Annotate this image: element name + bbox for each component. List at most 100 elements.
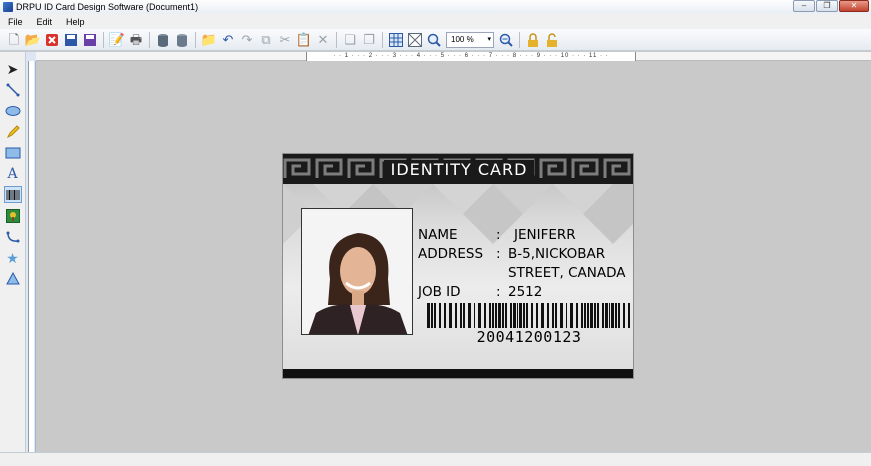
grid-icon[interactable] bbox=[387, 31, 405, 49]
barcode-bar bbox=[605, 303, 608, 328]
chevron-down-icon: ▾ bbox=[487, 35, 491, 43]
name-colon: : bbox=[496, 227, 501, 243]
menu-file[interactable]: File bbox=[8, 17, 23, 27]
unlock-icon[interactable] bbox=[543, 31, 561, 49]
card-title: IDENTITY CARD bbox=[283, 154, 633, 184]
barcode-bar bbox=[523, 303, 525, 328]
name-label: NAME bbox=[418, 227, 458, 243]
save-icon[interactable] bbox=[62, 31, 80, 49]
profile-photo[interactable] bbox=[301, 208, 413, 335]
curve-tool-icon[interactable] bbox=[4, 228, 22, 245]
image-tool-icon[interactable] bbox=[4, 207, 22, 224]
barcode-bar bbox=[502, 303, 504, 328]
barcode-bar bbox=[541, 303, 544, 328]
minimize-button[interactable]: – bbox=[793, 0, 815, 12]
card-title-text: IDENTITY CARD bbox=[383, 159, 535, 179]
zoom-in-icon[interactable] bbox=[425, 31, 443, 49]
toolbar-separator bbox=[519, 31, 520, 48]
address-row: ADDRESS : B-5,NICKOBAR bbox=[418, 245, 625, 264]
close-document-icon[interactable] bbox=[43, 31, 61, 49]
menu-bar: File Edit Help bbox=[0, 14, 871, 29]
jobid-label: JOB ID bbox=[418, 284, 461, 300]
barcode-bar bbox=[609, 303, 610, 328]
card-header: IDENTITY CARD bbox=[283, 154, 633, 184]
zoom-out-icon[interactable] bbox=[497, 31, 515, 49]
ellipse-tool-icon[interactable] bbox=[4, 102, 22, 119]
barcode-bar bbox=[444, 303, 446, 328]
status-bar bbox=[0, 452, 871, 466]
lock-icon[interactable] bbox=[524, 31, 542, 49]
folder-arrow-icon[interactable]: 📁 bbox=[200, 31, 218, 49]
window-title: DRPU ID Card Design Software (Document1) bbox=[16, 2, 199, 12]
new-icon[interactable]: 🗋 bbox=[5, 31, 23, 49]
id-card[interactable]: IDENTITY CARD NAME : JENIFERR ADDRESS: … bbox=[282, 153, 634, 379]
vertical-ruler-track bbox=[28, 61, 34, 452]
barcode-bar bbox=[463, 303, 465, 328]
delete-icon[interactable]: ✕ bbox=[314, 31, 332, 49]
maximize-button[interactable]: ❐ bbox=[816, 0, 838, 12]
barcode[interactable] bbox=[425, 303, 633, 328]
barcode-bar bbox=[597, 303, 599, 328]
pencil-tool-icon[interactable] bbox=[4, 123, 22, 140]
jobid-row: JOB ID : 2512 bbox=[418, 283, 625, 302]
close-button[interactable]: ✕ bbox=[839, 0, 869, 12]
database-settings-icon[interactable] bbox=[173, 31, 191, 49]
name-value[interactable]: JENIFERR bbox=[514, 226, 576, 245]
barcode-bar bbox=[570, 303, 573, 328]
barcode-bar bbox=[510, 303, 512, 328]
toolbar-separator bbox=[149, 31, 150, 48]
toolbar-separator bbox=[103, 31, 104, 48]
open-icon[interactable]: 📂 bbox=[24, 31, 42, 49]
barcode-bar bbox=[519, 303, 522, 328]
menu-help[interactable]: Help bbox=[66, 17, 85, 27]
address-value-line1[interactable]: B-5,NICKOBAR bbox=[508, 245, 605, 264]
barcode-bar bbox=[455, 303, 457, 328]
database-icon[interactable] bbox=[154, 31, 172, 49]
barcode-bar bbox=[474, 303, 475, 328]
barcode-bar bbox=[498, 303, 501, 328]
star-tool-icon[interactable]: ★ bbox=[4, 249, 22, 266]
jobid-colon: : bbox=[496, 284, 501, 300]
barcode-tool-icon[interactable] bbox=[3, 186, 22, 203]
snap-grid-icon[interactable] bbox=[406, 31, 424, 49]
zoom-value: 100 % bbox=[451, 35, 474, 44]
triangle-tool-icon[interactable] bbox=[4, 270, 22, 287]
toolbar: 🗋 📂 📝 🖶 📁 ↶ ↷ ⧉ ✂ 📋 ✕ ❏ ❐ 100 % ▾ bbox=[0, 29, 871, 51]
send-backward-icon[interactable]: ❐ bbox=[360, 31, 378, 49]
barcode-bar bbox=[484, 303, 486, 328]
line-tool-icon[interactable] bbox=[4, 81, 22, 98]
barcode-bar bbox=[584, 303, 586, 328]
barcode-bar bbox=[505, 303, 507, 328]
barcode-bar bbox=[623, 303, 625, 328]
cut-icon[interactable]: ✂ bbox=[276, 31, 294, 49]
jobid-value[interactable]: 2512 bbox=[508, 283, 542, 302]
save-as-icon[interactable] bbox=[81, 31, 99, 49]
barcode-bar bbox=[431, 303, 433, 328]
pointer-icon[interactable]: ➤ bbox=[4, 60, 22, 77]
paste-icon[interactable]: 📋 bbox=[295, 31, 313, 49]
zoom-select[interactable]: 100 % ▾ bbox=[446, 31, 494, 48]
toolbar-separator bbox=[336, 31, 337, 48]
undo-icon[interactable]: ↶ bbox=[219, 31, 237, 49]
print-icon[interactable]: 🖶 bbox=[127, 31, 145, 49]
barcode-bar bbox=[552, 303, 554, 328]
card-info: NAME : JENIFERR ADDRESS : B-5,NICKOBAR S… bbox=[418, 226, 625, 302]
barcode-bar bbox=[581, 303, 583, 328]
photo-image bbox=[302, 209, 412, 334]
barcode-bar bbox=[531, 303, 533, 328]
barcode-bar bbox=[590, 303, 593, 328]
barcode-bar bbox=[434, 303, 436, 328]
title-bar: DRPU ID Card Design Software (Document1)… bbox=[0, 0, 871, 14]
text-tool-icon[interactable]: A bbox=[4, 165, 22, 182]
address-colon: : bbox=[496, 246, 501, 262]
redo-icon[interactable]: ↷ bbox=[238, 31, 256, 49]
edit-icon[interactable]: 📝 bbox=[108, 31, 126, 49]
menu-edit[interactable]: Edit bbox=[37, 17, 53, 27]
bring-forward-icon[interactable]: ❏ bbox=[341, 31, 359, 49]
barcode-number: 20041200123 bbox=[476, 328, 582, 346]
copy-icon[interactable]: ⧉ bbox=[257, 31, 275, 49]
card-footer bbox=[283, 369, 633, 378]
horizontal-ruler: · · 1 · · · 2 · · · 3 · · · 4 · · · 5 · … bbox=[36, 52, 871, 61]
rectangle-tool-icon[interactable] bbox=[4, 144, 22, 161]
address-value-line2[interactable]: STREET, CANADA bbox=[508, 264, 625, 283]
